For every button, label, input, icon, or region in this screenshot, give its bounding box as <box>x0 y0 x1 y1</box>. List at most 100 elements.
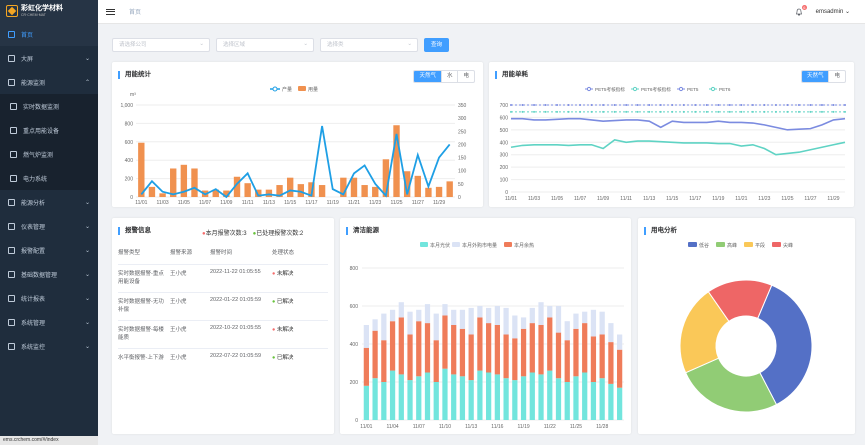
bar-segment <box>486 372 492 420</box>
query-button[interactable]: 查询 <box>424 38 450 52</box>
alarm-time: 2022-11-22 01:05:55 <box>210 269 261 275</box>
company-select[interactable]: 请选择公司 <box>112 38 210 52</box>
product-select[interactable]: 选择类 <box>320 38 418 52</box>
data-point <box>717 104 720 106</box>
data-point <box>820 110 823 113</box>
data-point <box>694 104 697 106</box>
y2-tick-label: 300 <box>458 116 467 122</box>
status-label: 已解决 <box>276 355 294 361</box>
bar-usage <box>361 185 368 197</box>
alarm-type: 实时数据报警-每楼能质 <box>118 327 164 341</box>
user-menu[interactable]: emsadmin ⌄ <box>816 8 850 15</box>
bar-segment <box>433 340 439 382</box>
legend-swatch-icon <box>504 242 512 247</box>
x-tick-label: 11/25 <box>570 424 582 430</box>
bar-segment <box>590 309 597 337</box>
y-tick-label: 500 <box>500 128 509 134</box>
bell-icon[interactable]: 6 <box>795 5 807 16</box>
x-tick-label: 11/17 <box>689 196 701 202</box>
y-tick-label: 0 <box>355 418 358 424</box>
sidebar-item-6[interactable]: 电力系统 <box>0 166 98 190</box>
bar-segment <box>520 328 527 377</box>
x-tick-label: 11/25 <box>390 200 402 206</box>
data-point <box>705 110 708 113</box>
power-analysis-card: 用电分析 低谷 高峰 平段 尖峰 <box>638 218 855 434</box>
sidebar-item-label: 电力系统 <box>23 176 48 183</box>
alarm-status: ● 未解决 <box>272 265 328 293</box>
logo[interactable]: 彩虹化学材料 CR·CHEM·MAT <box>0 0 98 22</box>
y-tick-label: 800 <box>125 121 134 127</box>
data-point <box>579 110 582 113</box>
chevron-icon: ⌄ <box>84 199 90 206</box>
bar-segment <box>617 349 623 388</box>
bar-segment <box>494 374 500 420</box>
sidebar-item-10[interactable]: 基础数据管理 ⌄ <box>0 262 98 286</box>
sidebar-item-label: 统计报表 <box>21 296 46 303</box>
bar-segment <box>503 378 509 420</box>
legend-marker-icon <box>272 86 278 92</box>
table-row[interactable]: 实时数据报警-重点用能设备 王小虎 2022-11-22 01:05:55 ● 未解决 <box>118 264 328 293</box>
data-point <box>625 104 628 106</box>
bar-segment <box>424 304 431 324</box>
sidebar-item-3[interactable]: 实时数据监测 <box>0 94 98 118</box>
sidebar-item-5[interactable]: 燃气炉监测 <box>0 142 98 166</box>
area-select[interactable]: 选择区域 <box>216 38 314 52</box>
alarm-card: 报警信息 ●本月报警次数:3 ●已处理报警次数:2 报警类型 报警来源 报警时间 处理… <box>112 218 334 434</box>
menu-toggle-icon[interactable] <box>106 7 115 16</box>
bar-segment <box>608 383 614 420</box>
bar-segment <box>529 307 535 324</box>
alarm-source: 王小虎 <box>170 355 187 361</box>
x-tick-label: 11/29 <box>433 200 445 206</box>
bar-segment <box>407 334 413 381</box>
breadcrumb[interactable]: 首页 <box>129 7 141 16</box>
data-point <box>809 104 812 106</box>
bar-segment <box>381 313 387 341</box>
y-tick-label: 600 <box>500 115 509 121</box>
status-label: 未解决 <box>276 271 294 277</box>
sidebar-item-1[interactable]: 大屏 ⌄ <box>0 46 98 70</box>
bar-segment <box>389 309 396 322</box>
sidebar-item-0[interactable]: 首页 <box>0 22 98 46</box>
line-output <box>140 125 451 199</box>
bar-segment <box>573 376 579 420</box>
y-tick-label: 200 <box>500 165 509 171</box>
sidebar-item-label: 重点用能设备 <box>23 128 60 135</box>
sidebar-item-9[interactable]: 报警配置 ⌄ <box>0 238 98 262</box>
table-row[interactable]: 实时数据报警-每楼能质 王小虎 2022-10-22 01:05:55 ● 未解决 <box>118 320 328 349</box>
energy-unit-card: 用能单耗 天然气电 PET5考核指标 PET6考核指标 PET5 PET6 0 100 20… <box>489 62 854 207</box>
table-row[interactable]: 实时数据报警-无功补偿 王小虎 2022-01-22 01:05:59 ● 已解决 <box>118 292 328 321</box>
sidebar-item-4[interactable]: 重点用能设备 <box>0 118 98 142</box>
chevron-icon: ⌄ <box>84 319 90 326</box>
bar-segment <box>451 374 457 420</box>
bar-segment <box>416 376 422 420</box>
x-tick-label: 11/19 <box>517 424 529 430</box>
bar-segment <box>555 306 562 333</box>
sidebar-item-7[interactable]: 能源分析 ⌄ <box>0 190 98 214</box>
y-tick-label: 700 <box>500 103 509 109</box>
sidebar-item-2[interactable]: 能源监测 ⌃ <box>0 70 98 94</box>
legend-label: PET5考核指标 <box>595 86 625 93</box>
sidebar-item-8[interactable]: 仪表管理 ⌄ <box>0 214 98 238</box>
data-point <box>544 104 547 106</box>
x-tick-label: 11/04 <box>386 424 398 430</box>
x-tick-label: 11/07 <box>413 424 425 430</box>
bar-segment <box>442 304 448 316</box>
data-point <box>763 104 766 106</box>
bar-segment <box>590 336 597 382</box>
bar-segment <box>538 374 544 420</box>
x-tick-label: 11/25 <box>781 196 793 202</box>
sidebar-item-13[interactable]: 系统监控 ⌄ <box>0 334 98 358</box>
sidebar-item-12[interactable]: 系统管理 ⌄ <box>0 310 98 334</box>
bar-segment <box>416 321 422 377</box>
logo-title: 彩虹化学材料 <box>21 5 63 12</box>
data-point <box>602 110 605 113</box>
bar-segment <box>599 334 605 379</box>
legend-marker-icon <box>710 86 716 92</box>
bar-segment <box>547 306 553 318</box>
data-point <box>728 104 731 106</box>
legend-label: 尖峰 <box>783 242 793 249</box>
sidebar-item-11[interactable]: 统计报表 ⌄ <box>0 286 98 310</box>
x-tick-label: 11/22 <box>544 424 556 430</box>
table-row[interactable]: 水平衡报警-上下游 王小虎 2022-07-22 01:05:59 ● 已解决 <box>118 348 328 377</box>
alarm-type: 实时数据报警-重点用能设备 <box>118 271 164 285</box>
